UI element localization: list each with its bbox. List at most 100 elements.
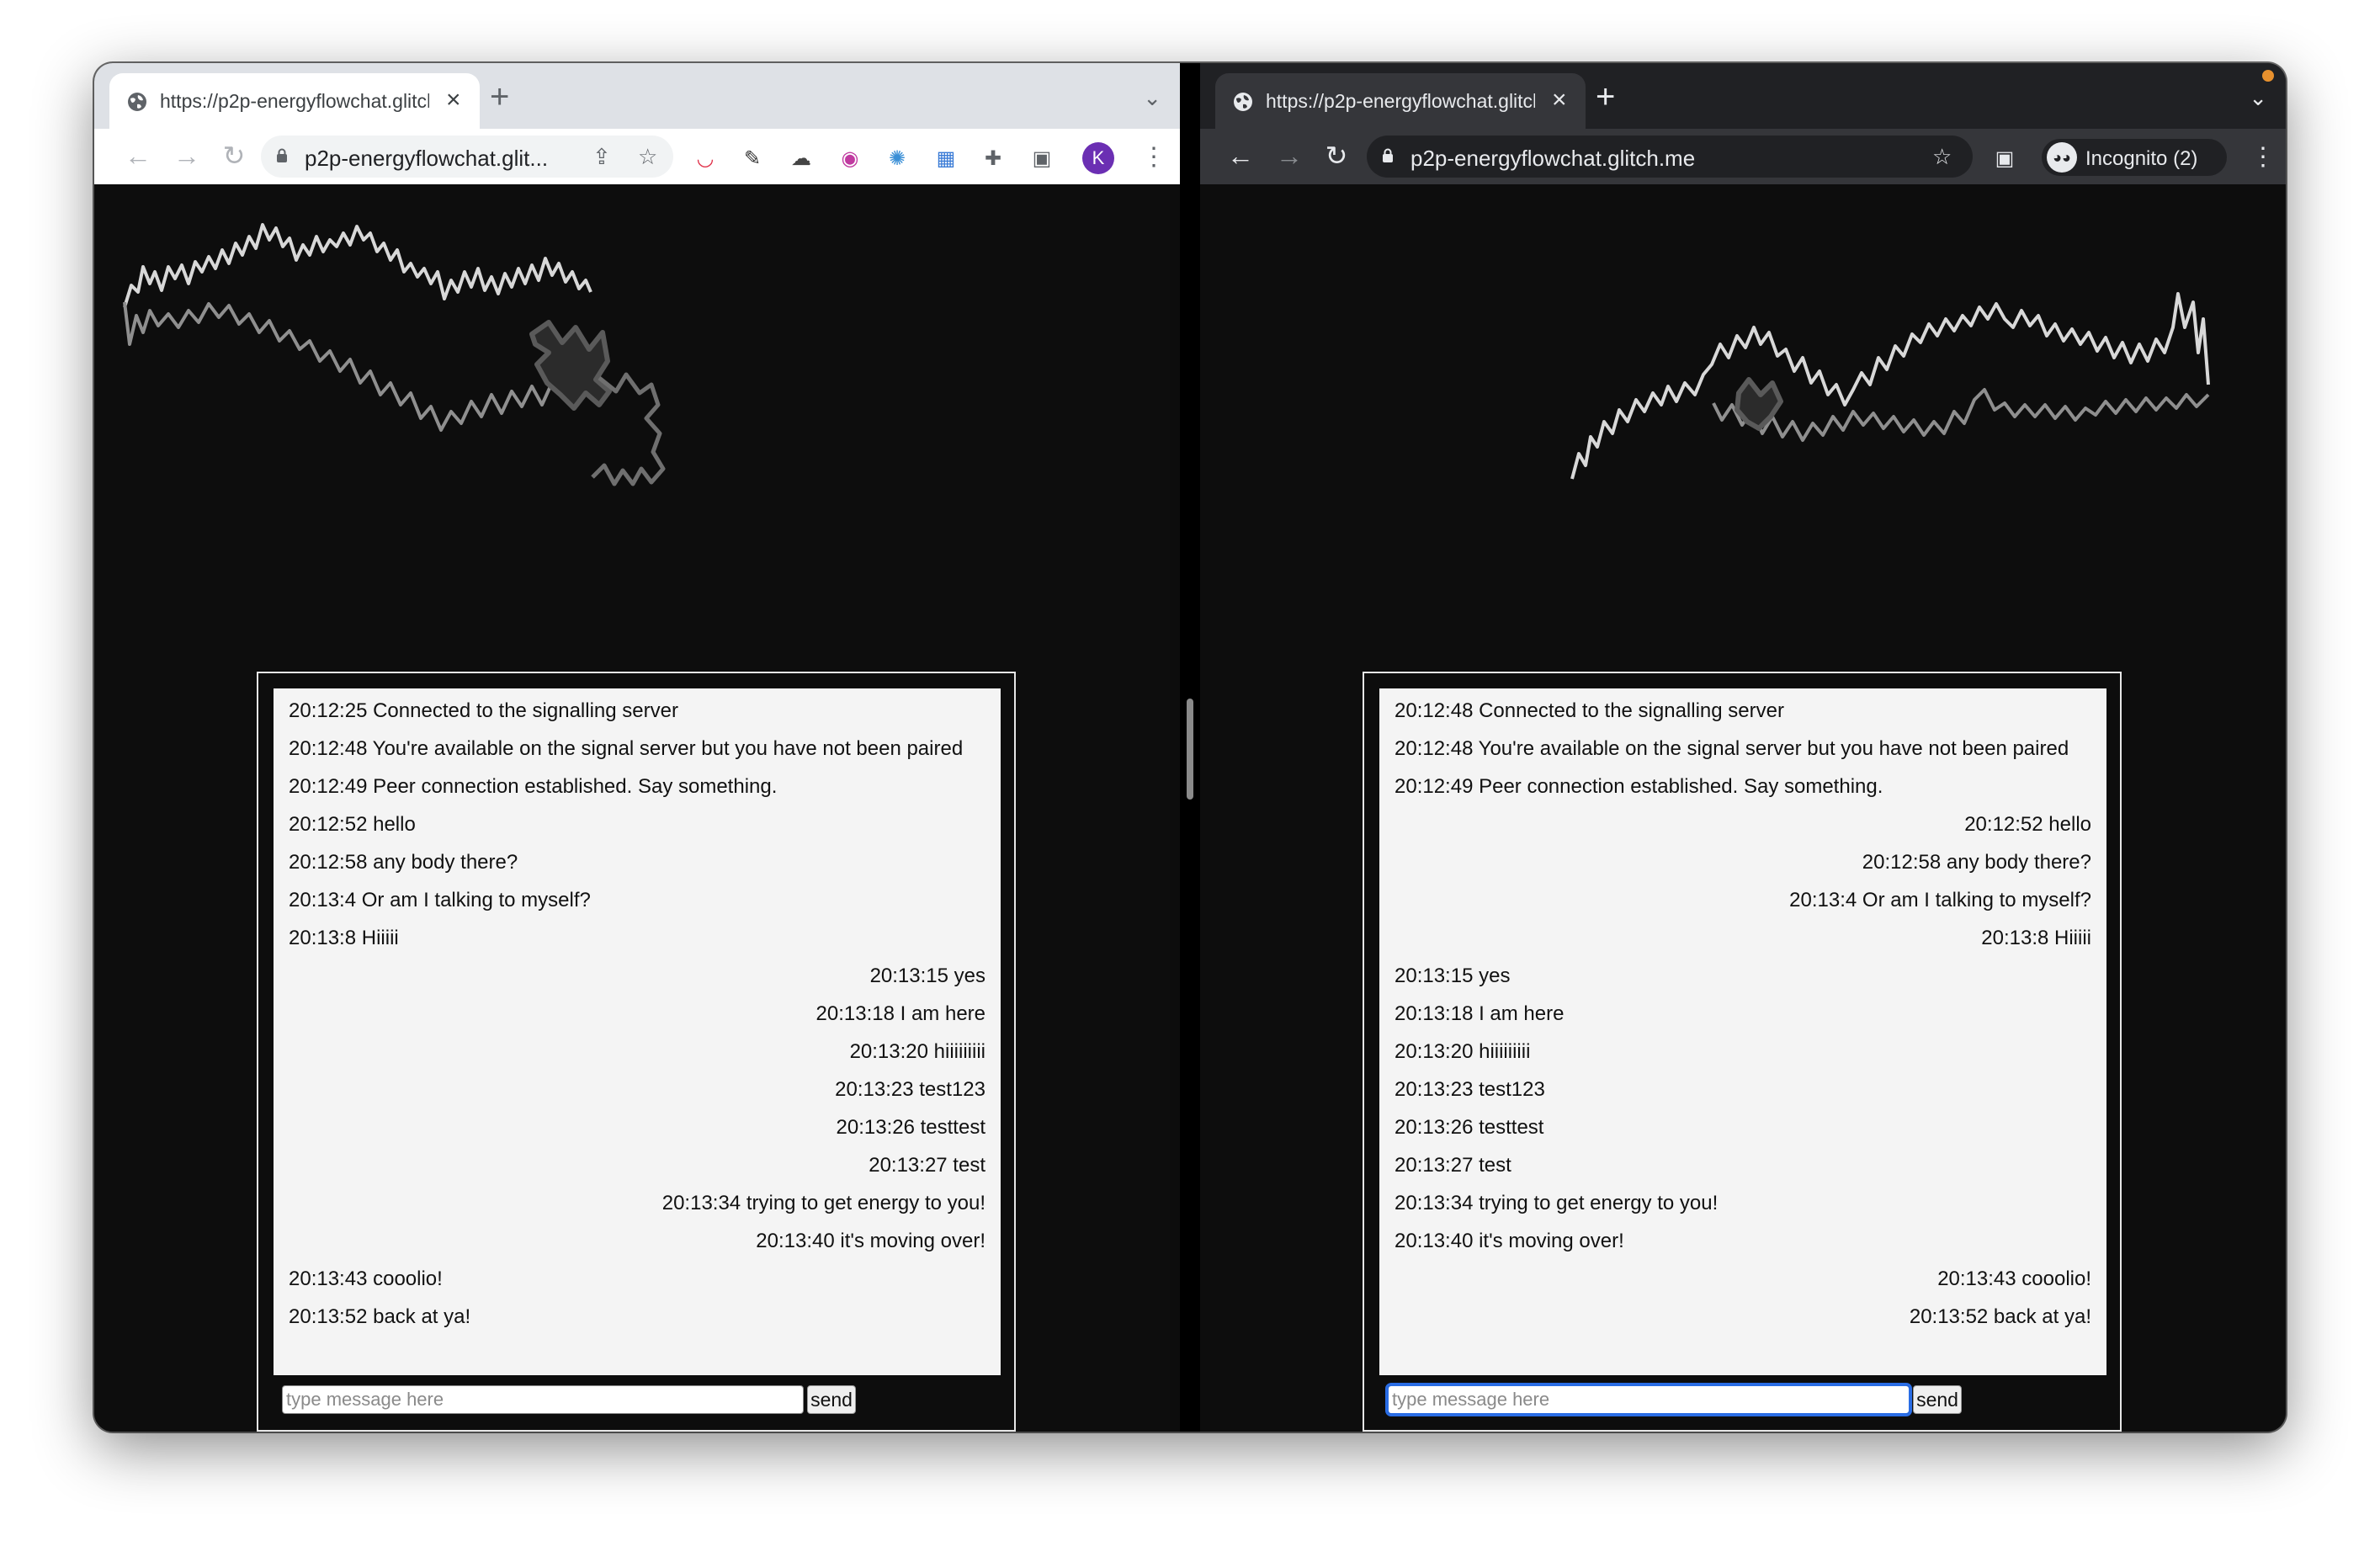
new-tab-icon[interactable]: + <box>490 80 509 114</box>
chevron-down-icon[interactable]: ⌄ <box>1143 85 1161 111</box>
chat-message: 20:13:18 I am here <box>1395 1002 1565 1025</box>
pocket-icon[interactable]: ◡ <box>692 145 719 172</box>
chat-message: 20:13:27 test <box>869 1154 985 1177</box>
chat-message: 20:12:52 hello <box>1964 813 2091 836</box>
desktop-window: https://p2p-energyflowchat.glitch.me × +… <box>94 63 2286 1432</box>
right-browser-window: https://p2p-energyflowchat.glitch.me × +… <box>1200 63 2286 1432</box>
divider-drag-handle[interactable] <box>1187 699 1193 800</box>
energy-cluster <box>529 320 612 411</box>
left-browser-chrome: https://p2p-energyflowchat.glitch.me × +… <box>94 63 1180 185</box>
right-tab-strip: https://p2p-energyflowchat.glitch.me × +… <box>1200 63 2286 129</box>
left-toolbar: ← → ↻ p2p-energyflowchat.glit... ⇪ ☆ ◡ ✎… <box>94 129 1180 185</box>
energy-trail-1 <box>1570 292 2210 480</box>
right-browser-chrome: https://p2p-energyflowchat.glitch.me × +… <box>1200 63 2286 184</box>
energy-flow-visualization <box>123 223 666 486</box>
left-browser-window: https://p2p-energyflowchat.glitch.me × +… <box>94 63 1180 1432</box>
right-active-tab[interactable]: https://p2p-energyflowchat.glitch.me × <box>1215 73 1586 129</box>
send-button[interactable]: send <box>807 1385 856 1414</box>
layout-icon[interactable]: ▦ <box>932 145 959 172</box>
address-bar[interactable]: p2p-energyflowchat.glit... ⇪ ☆ <box>261 136 673 178</box>
incognito-badge[interactable]: ◕◕ Incognito (2) <box>2042 139 2227 176</box>
owl-icon[interactable]: ◉ <box>837 145 863 172</box>
right-page-content: 20:12:48 Connected to the signalling ser… <box>1200 184 2286 1432</box>
bookmark-star-icon[interactable]: ☆ <box>1932 144 1952 170</box>
share-icon[interactable]: ⇪ <box>592 144 611 170</box>
chat-message: 20:12:48 You're available on the signal … <box>1395 737 2069 760</box>
url-text: p2p-energyflowchat.glitch.me <box>1410 146 1696 171</box>
energy-flow-visualization <box>1570 292 2210 480</box>
eyedropper-icon[interactable]: ✎ <box>739 145 766 172</box>
chat-message: 20:13:43 cooolio! <box>1937 1267 2091 1290</box>
message-log: 20:12:25 Connected to the signalling ser… <box>274 688 1001 1375</box>
avatar[interactable]: K <box>1082 142 1114 174</box>
chat-container: 20:12:25 Connected to the signalling ser… <box>257 672 1016 1432</box>
puzzle-icon[interactable]: ✚ <box>980 145 1007 172</box>
message-log: 20:12:48 Connected to the signalling ser… <box>1379 688 2106 1375</box>
send-button[interactable]: send <box>1913 1385 1962 1414</box>
globe-icon <box>128 93 146 111</box>
forward-icon[interactable]: → <box>1272 139 1306 173</box>
chat-message: 20:13:18 I am here <box>815 1002 985 1025</box>
chat-message: 20:13:4 Or am I talking to myself? <box>289 889 591 911</box>
new-tab-icon[interactable]: + <box>1596 80 1615 114</box>
chat-message: 20:12:58 any body there? <box>289 851 518 874</box>
chat-message: 20:12:49 Peer connection established. Sa… <box>289 775 778 798</box>
react-icon[interactable]: ✺ <box>884 145 911 172</box>
chat-message: 20:13:34 trying to get energy to you! <box>1395 1192 1719 1214</box>
chat-message: 20:12:58 any body there? <box>1862 851 2091 874</box>
bookmark-star-icon[interactable]: ☆ <box>638 144 657 170</box>
forward-icon[interactable]: → <box>170 139 204 173</box>
chat-container: 20:12:48 Connected to the signalling ser… <box>1363 672 2122 1432</box>
back-icon[interactable]: ← <box>121 139 155 173</box>
reload-icon[interactable]: ↻ <box>217 139 251 173</box>
tab-title: https://p2p-energyflowchat.glitch.me <box>1266 90 1535 112</box>
chat-message: 20:13:20 hiiiiiiiii <box>849 1040 985 1063</box>
chat-message: 20:13:26 testtest <box>1395 1116 1544 1139</box>
left-tab-strip: https://p2p-energyflowchat.glitch.me × +… <box>94 63 1180 129</box>
chat-message: 20:12:48 Connected to the signalling ser… <box>1395 699 1784 722</box>
chat-message: 20:12:52 hello <box>289 813 416 836</box>
chat-message: 20:13:15 yes <box>1395 964 1511 987</box>
energy-trail-1 <box>123 223 592 308</box>
tab-title: https://p2p-energyflowchat.glitch.me <box>160 90 429 112</box>
message-input[interactable] <box>1385 1383 1912 1416</box>
chat-message: 20:13:52 back at ya! <box>1909 1305 2091 1328</box>
lock-icon <box>1383 148 1393 162</box>
recording-indicator-icon <box>2262 70 2274 82</box>
chat-message: 20:13:20 hiiiiiiiii <box>1395 1040 1531 1063</box>
energy-trail-2 <box>123 301 552 432</box>
menu-kebab-icon[interactable]: ⋮ <box>1141 141 1166 174</box>
right-toolbar: ← → ↻ p2p-energyflowchat.glitch.me ☆ ▣ ◕… <box>1200 129 2286 184</box>
menu-kebab-icon[interactable]: ⋮ <box>2250 141 2276 174</box>
chat-message: 20:13:23 test123 <box>1395 1078 1545 1101</box>
left-active-tab[interactable]: https://p2p-energyflowchat.glitch.me × <box>109 73 480 129</box>
chat-message: 20:13:26 testtest <box>836 1116 985 1139</box>
address-bar[interactable]: p2p-energyflowchat.glitch.me ☆ <box>1367 136 1973 178</box>
chat-message: 20:13:8 Hiiiii <box>289 927 399 949</box>
chat-message: 20:13:43 cooolio! <box>289 1267 443 1290</box>
chat-message: 20:13:23 test123 <box>835 1078 985 1101</box>
chat-message: 20:13:4 Or am I talking to myself? <box>1789 889 2091 911</box>
url-text: p2p-energyflowchat.glit... <box>305 146 549 171</box>
split-view-divider <box>1180 63 1200 1432</box>
chat-message: 20:12:25 Connected to the signalling ser… <box>289 699 678 722</box>
chat-message: 20:13:8 Hiiiii <box>1981 927 2091 949</box>
energy-trail-2 <box>1712 388 2210 442</box>
incognito-icon: ◕◕ <box>2047 142 2077 173</box>
chat-message: 20:13:52 back at ya! <box>289 1305 471 1328</box>
reading-list-icon[interactable]: ▣ <box>1028 145 1055 172</box>
back-icon[interactable]: ← <box>1224 139 1257 173</box>
chat-message: 20:13:40 it's moving over! <box>1395 1230 1624 1252</box>
reload-icon[interactable]: ↻ <box>1320 139 1353 173</box>
chevron-down-icon[interactable]: ⌄ <box>2249 85 2267 111</box>
incognito-label: Incognito (2) <box>2085 147 2198 170</box>
message-input[interactable] <box>282 1385 804 1414</box>
reading-list-icon[interactable]: ▣ <box>1991 145 2018 172</box>
left-page-content: 20:12:25 Connected to the signalling ser… <box>94 184 1180 1432</box>
cloud-icon[interactable]: ☁ <box>788 145 815 172</box>
close-tab-icon[interactable]: × <box>446 88 461 113</box>
chat-message: 20:12:48 You're available on the signal … <box>289 737 964 760</box>
chat-message: 20:12:49 Peer connection established. Sa… <box>1395 775 1883 798</box>
close-tab-icon[interactable]: × <box>1552 88 1567 113</box>
chat-message: 20:13:27 test <box>1395 1154 1511 1177</box>
